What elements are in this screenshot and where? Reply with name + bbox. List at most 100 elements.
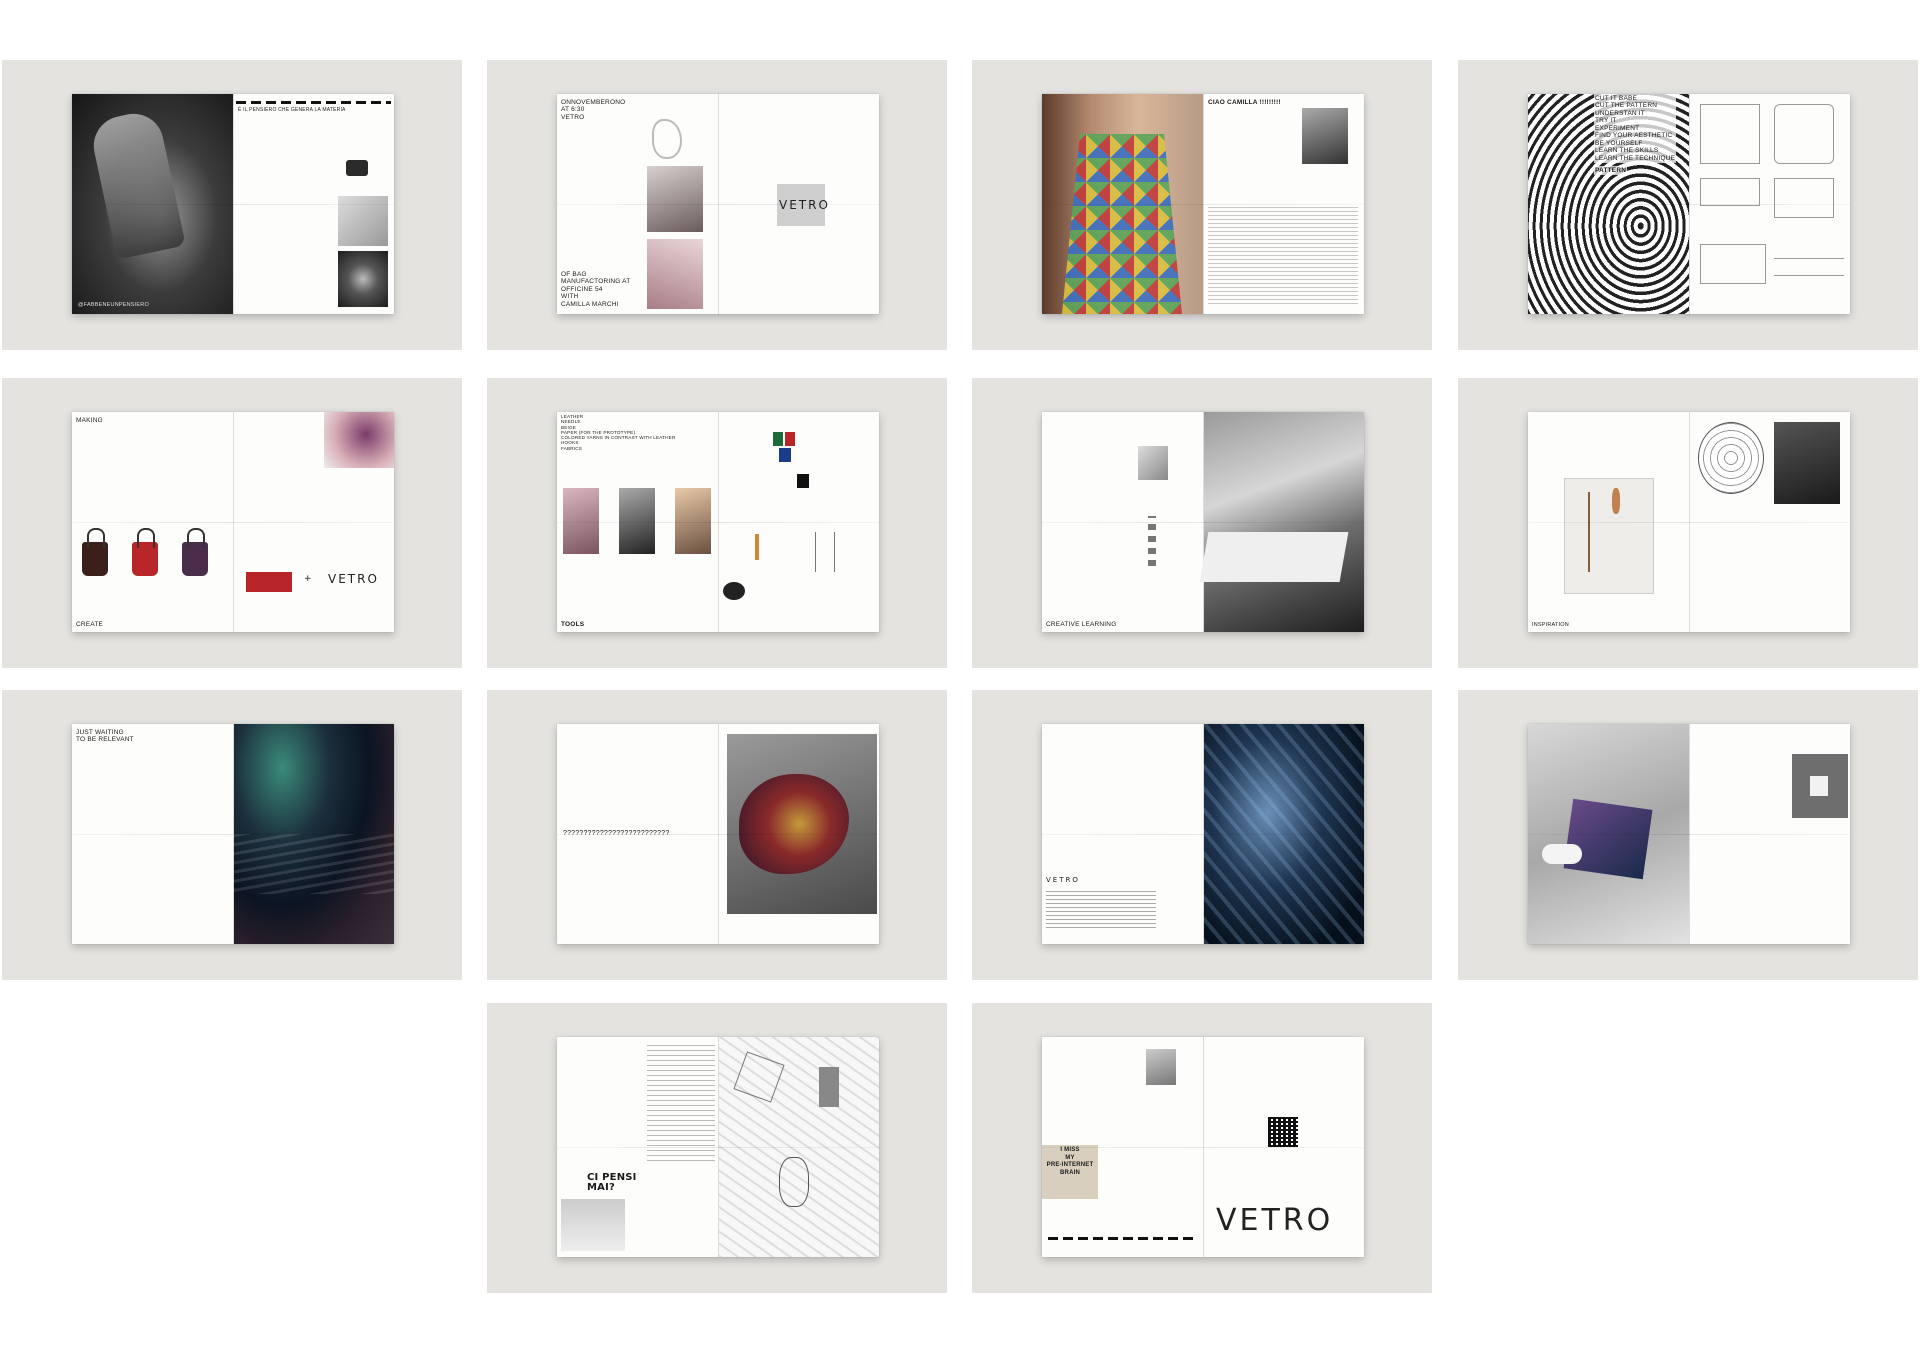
small-photo [1138, 446, 1168, 480]
spread-tile-14[interactable]: I MISS MY PRE-INTERNET BRAIN VETRO [972, 1003, 1432, 1293]
page-left-11: VETRO [1042, 724, 1203, 944]
bubble-photo [338, 251, 388, 307]
specimen-box [1564, 478, 1654, 594]
page-desk-photo [1199, 412, 1364, 632]
creative-learning-label: CREATIVE LEARNING [1046, 620, 1117, 628]
needles [815, 532, 835, 572]
page-left-14: I MISS MY PRE-INTERNET BRAIN [1042, 1037, 1203, 1257]
spread-heading: JUST WAITING TO BE RELEVANT [76, 729, 134, 744]
leather-swatch [779, 448, 791, 462]
red-vetro-bag [246, 572, 292, 592]
bow-illustration [652, 119, 682, 159]
bag-purple [182, 528, 208, 576]
spread-14: I MISS MY PRE-INTERNET BRAIN VETRO [1042, 1037, 1364, 1257]
qr-code[interactable] [1268, 1117, 1298, 1147]
leather-swatch [797, 474, 809, 488]
page-right-6 [718, 412, 879, 632]
vetro-logo: VETRO [1046, 876, 1080, 884]
hashtag-caption: @FABBENEUNPENSIERO [78, 301, 149, 308]
hand-photo [1774, 422, 1840, 504]
spread-7: CREATIVE LEARNING [1042, 412, 1364, 632]
spread-12 [1528, 724, 1850, 944]
page-left-2: ONNOVEMBERONO AT 6:30 VETRO OF BAG MANUF… [557, 94, 718, 314]
pattern-strap [1774, 258, 1844, 276]
page-right-5: + VETRO [233, 412, 394, 632]
tools-label: TOOLS [561, 620, 585, 628]
object-photo [346, 160, 368, 176]
desk-shape [1199, 532, 1349, 582]
spread-4: CUT IT BABE CUT THE PATTERN UNDERSTAN IT… [1528, 94, 1850, 314]
text-column [647, 1041, 715, 1161]
page-gloves-photo [1528, 724, 1689, 944]
plus-sign: + [304, 574, 314, 584]
spread-tile-11[interactable]: VETRO [972, 690, 1432, 980]
making-label: MAKING [76, 417, 103, 424]
awl-tool [755, 534, 759, 560]
leather-swatch [785, 432, 795, 446]
spread-tile-3[interactable]: CIAO CAMILLA !!!!!!!!! [972, 60, 1432, 350]
page-right-2: VETRO [718, 94, 879, 314]
materials-list: LEATHER NEEDLE BEIGE PAPER (FOR THE PROT… [561, 414, 676, 451]
spread-tile-9[interactable]: JUST WAITING TO BE RELEVANT [2, 690, 462, 980]
spread-tile-10[interactable]: ?????????????????????????? [487, 690, 947, 980]
page-crochet-photo [1042, 94, 1203, 314]
bag-red [132, 528, 158, 576]
pattern-label: PATTERN [1594, 166, 1628, 176]
page-crystal-photo [1203, 724, 1364, 944]
dashed-rule [1048, 1237, 1198, 1240]
page-left-6: LEATHER NEEDLE BEIGE PAPER (FOR THE PROT… [557, 412, 718, 632]
spread-tile-8[interactable]: INSPIRATION [1458, 378, 1918, 668]
leather-swatch [773, 432, 783, 446]
spread-tile-5[interactable]: MAKING CREATE + VETRO [2, 378, 462, 668]
page-right-14: VETRO [1203, 1037, 1364, 1257]
spread-tile-7[interactable]: CREATIVE LEARNING [972, 378, 1432, 668]
tool-object [1612, 488, 1620, 514]
bag-brown [82, 528, 108, 576]
page-left-7: CREATIVE LEARNING [1042, 412, 1203, 632]
texture-photo [338, 196, 388, 246]
spread-heading: È IL PENSIERO CHE GENERA LA MATERIA [238, 107, 346, 113]
spread-tile-12[interactable] [1458, 690, 1918, 980]
crystal-texture [1204, 724, 1364, 944]
grey-photo [561, 1199, 625, 1251]
water-ripples [234, 834, 394, 894]
page-left-8: INSPIRATION [1528, 412, 1689, 632]
sticker-text: I MISS MY PRE-INTERNET BRAIN [1046, 1147, 1094, 1176]
tool-photo [675, 488, 711, 554]
collage-element [779, 1157, 809, 1207]
spread-tile-13[interactable]: CI PENSI MAI? [487, 1003, 947, 1293]
hand-nails-photo [324, 412, 394, 468]
spread-tile-2[interactable]: ONNOVEMBERONO AT 6:30 VETRO OF BAG MANUF… [487, 60, 947, 350]
create-label: CREATE [76, 620, 104, 628]
bag-photo [647, 166, 703, 232]
spread-2: ONNOVEMBERONO AT 6:30 VETRO OF BAG MANUF… [557, 94, 879, 314]
workshop-text: OF BAG MANUFACTORING AT OFFICINE 54 WITH… [561, 270, 631, 308]
pink-bag-photo [647, 239, 703, 309]
question-marks: ?????????????????????????? [563, 830, 670, 837]
page-left-10: ?????????????????????????? [557, 724, 718, 944]
spread-6: LEATHER NEEDLE BEIGE PAPER (FOR THE PROT… [557, 412, 879, 632]
thread-spool [723, 582, 745, 600]
icon-column [1148, 516, 1156, 566]
vetro-logo: VETRO [779, 198, 830, 212]
spread-1: @FABBENEUNPENSIERO È IL PENSIERO CHE GEN… [72, 94, 394, 314]
crochet-dress [1062, 134, 1182, 314]
white-glove [1542, 844, 1582, 864]
spread-tile-4[interactable]: CUT IT BABE CUT THE PATTERN UNDERSTAN IT… [1458, 60, 1918, 350]
inner-photo [1810, 776, 1828, 796]
spread-5: MAKING CREATE + VETRO [72, 412, 394, 632]
spread-tile-1[interactable]: @FABBENEUNPENSIERO È IL PENSIERO CHE GEN… [2, 60, 462, 350]
spread-13: CI PENSI MAI? [557, 1037, 879, 1257]
pattern-piece [1700, 104, 1760, 164]
vetro-logo: VETRO [328, 572, 379, 586]
spread-tile-6[interactable]: LEATHER NEEDLE BEIGE PAPER (FOR THE PROT… [487, 378, 947, 668]
spread-9: JUST WAITING TO BE RELEVANT [72, 724, 394, 944]
page-left-13: CI PENSI MAI? [557, 1037, 718, 1257]
dashed-rule [236, 101, 391, 104]
thread [1588, 492, 1590, 572]
spread-3: CIAO CAMILLA !!!!!!!!! [1042, 94, 1364, 314]
small-photo [1146, 1049, 1176, 1085]
body-text-block [1208, 204, 1358, 304]
pattern-piece [1700, 178, 1760, 206]
credits-text-block [1046, 888, 1156, 928]
